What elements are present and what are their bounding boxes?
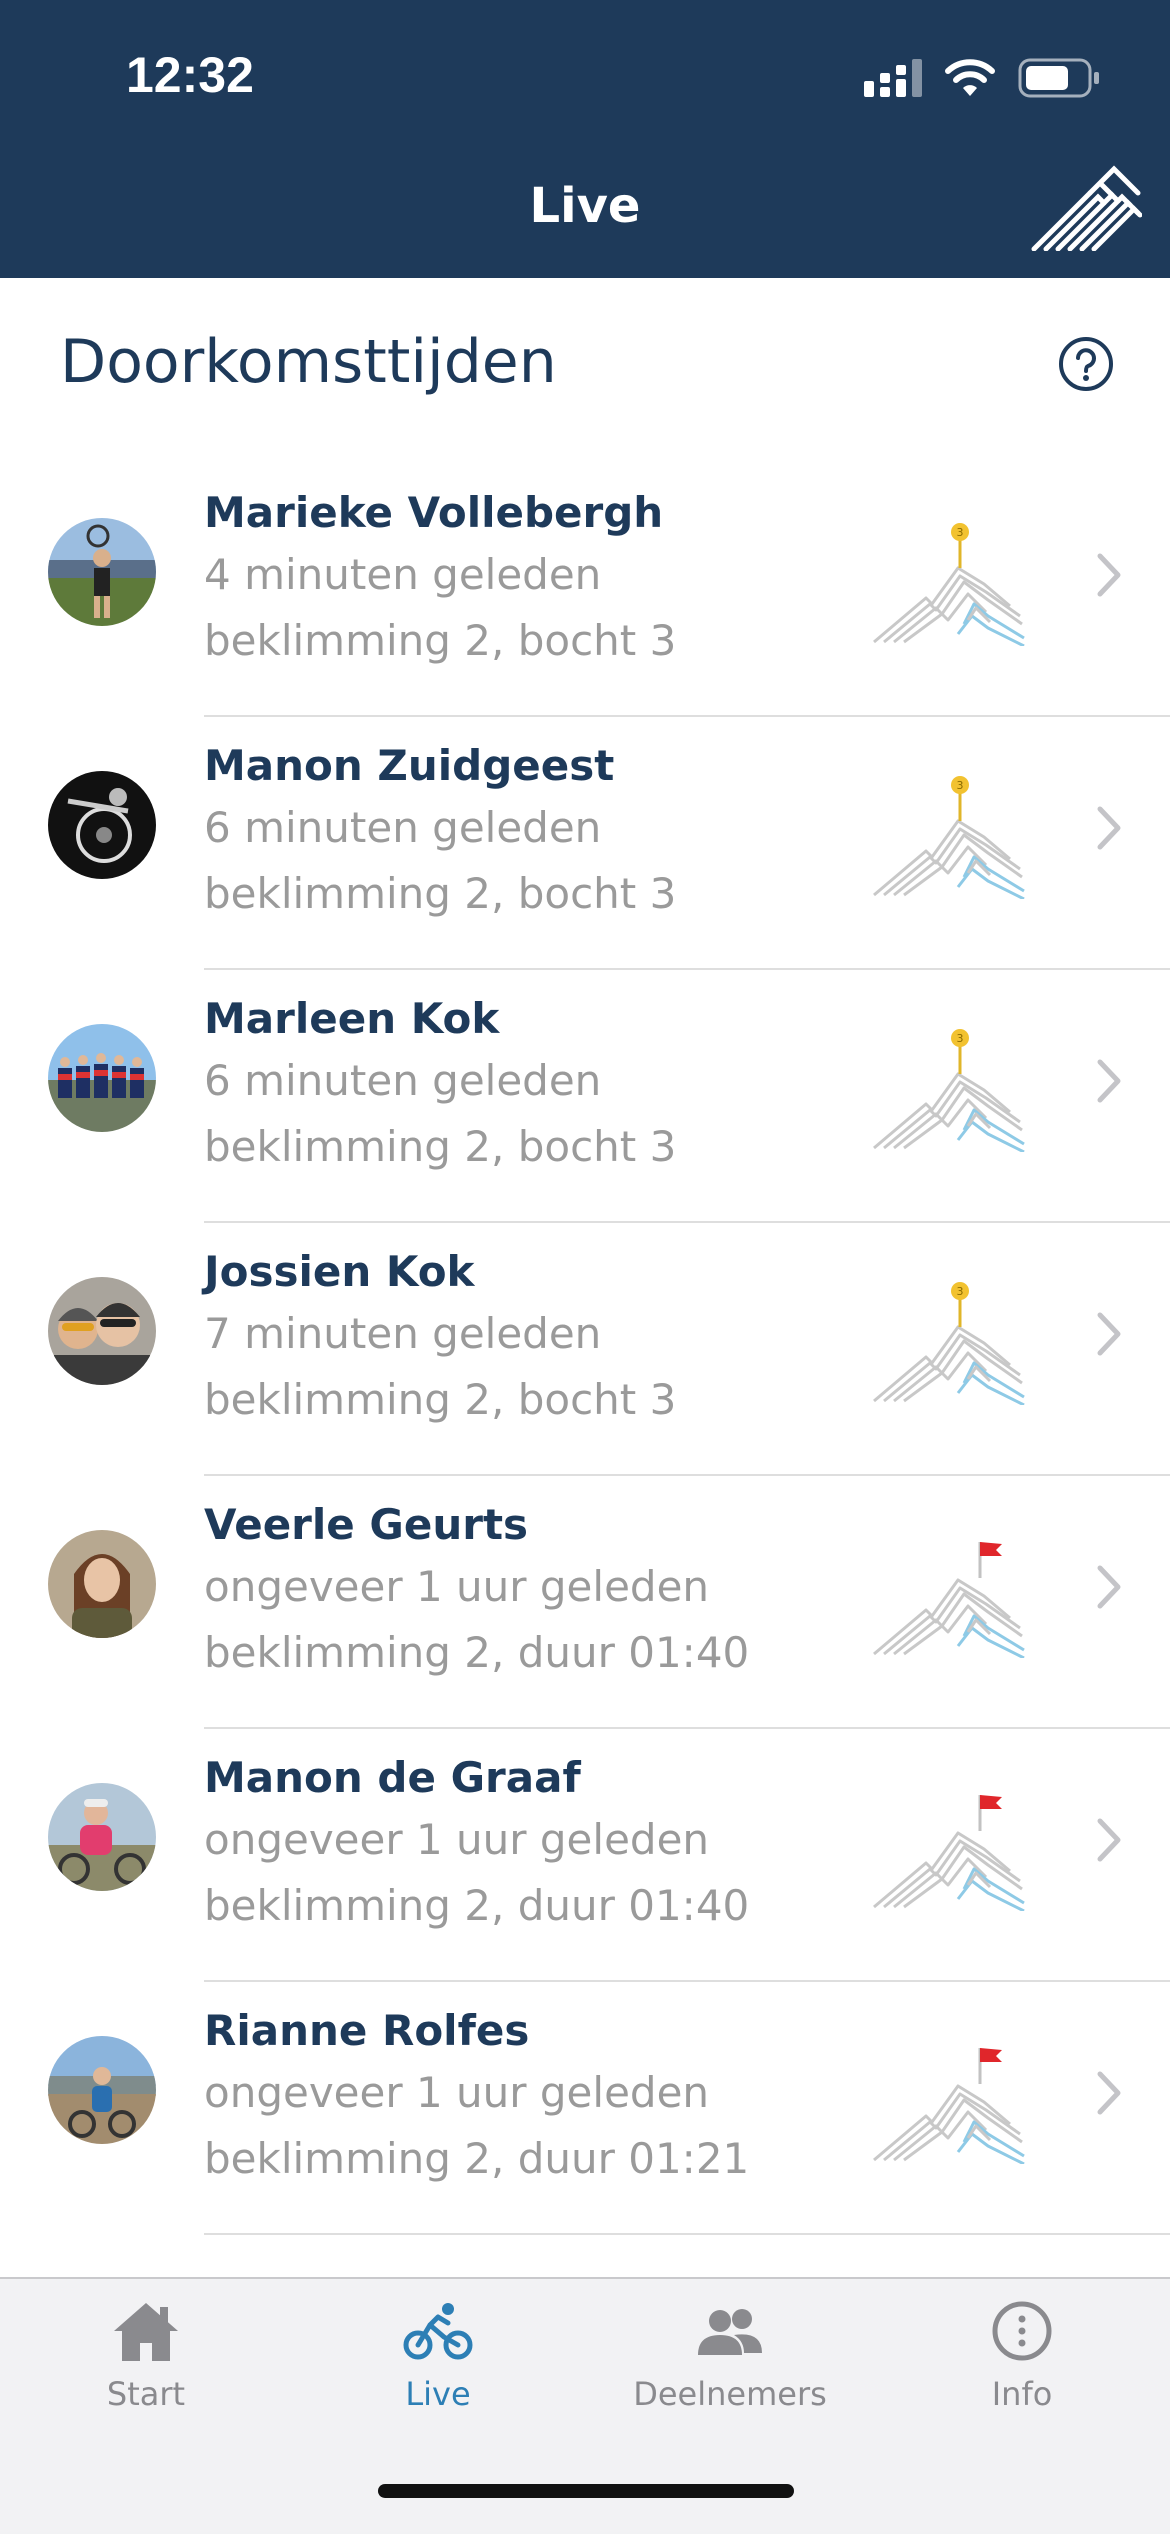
bicycle-icon: [403, 2303, 473, 2360]
cellular-signal-icon: [864, 59, 922, 97]
avatar: [48, 518, 156, 626]
divider: [204, 2233, 1170, 2235]
brand-logo-icon[interactable]: [1030, 165, 1142, 251]
participant-name: Marleen Kok: [204, 994, 500, 1043]
avatar: [48, 2036, 156, 2144]
info-icon: [992, 2301, 1052, 2361]
participant-name: Rianne Rolfes: [204, 2006, 530, 2055]
participant-name: Jossien Kok: [204, 1247, 475, 1296]
passage-location: beklimming 2, bocht 3: [204, 1122, 677, 1171]
avatar: [48, 1024, 156, 1132]
avatar: [48, 771, 156, 879]
list-item[interactable]: Manon de Graaf ongeveer 1 uur geleden be…: [0, 1729, 1170, 1982]
tab-start[interactable]: Start: [0, 2299, 292, 2449]
participant-name: Marieke Vollebergh: [204, 488, 664, 537]
list-item[interactable]: Veerle Geurts ongeveer 1 uur geleden bek…: [0, 1476, 1170, 1729]
status-time: 12:32: [126, 47, 254, 103]
chevron-right-icon: [1097, 553, 1121, 597]
passage-location: beklimming 2, duur 01:40: [204, 1881, 750, 1930]
list-item[interactable]: Jossien Kok 7 minuten geleden beklimming…: [0, 1223, 1170, 1476]
passage-location: beklimming 2, bocht 3: [204, 616, 677, 665]
list-item[interactable]: Marieke Vollebergh 4 minuten geleden bek…: [0, 464, 1170, 717]
passage-location: beklimming 2, duur 01:21: [204, 2134, 750, 2183]
passage-location: beklimming 2, duur 01:40: [204, 1628, 750, 1677]
participant-name: Veerle Geurts: [204, 1500, 529, 1549]
svg-text:3: 3: [957, 1032, 964, 1045]
participant-name: Manon de Graaf: [204, 1753, 581, 1802]
chevron-right-icon: [1097, 1818, 1121, 1862]
tab-label: Deelnemers: [633, 2375, 827, 2413]
passage-location: beklimming 2, bocht 3: [204, 1375, 677, 1424]
battery-icon: [1018, 58, 1099, 98]
tab-label: Start: [106, 2375, 186, 2413]
tab-deelnemers[interactable]: Deelnemers: [584, 2299, 876, 2449]
svg-text:3: 3: [957, 779, 964, 792]
avatar: [48, 1783, 156, 1891]
passage-location: beklimming 2, bocht 3: [204, 869, 677, 918]
app-header: 12:32 Live: [0, 0, 1170, 278]
passage-list: Marieke Vollebergh 4 minuten geleden bek…: [0, 464, 1170, 2235]
avatar: [48, 1530, 156, 1638]
home-icon: [114, 2303, 178, 2361]
passage-time: ongeveer 1 uur geleden: [204, 1562, 710, 1611]
status-icons: [864, 56, 1100, 100]
tab-info[interactable]: Info: [876, 2299, 1168, 2449]
list-item[interactable]: Rianne Rolfes ongeveer 1 uur geleden bek…: [0, 1982, 1170, 2235]
passage-time: 4 minuten geleden: [204, 550, 602, 599]
list-item[interactable]: Marleen Kok 6 minuten geleden beklimming…: [0, 970, 1170, 1223]
chevron-right-icon: [1097, 1059, 1121, 1103]
climb-progress-icon: 3: [873, 1282, 1025, 1405]
climb-finished-icon: [873, 1795, 1025, 1911]
climb-progress-icon: 3: [873, 523, 1025, 646]
passage-time: 7 minuten geleden: [204, 1309, 602, 1358]
chevron-right-icon: [1097, 1312, 1121, 1356]
tab-live[interactable]: Live: [292, 2299, 584, 2449]
tab-label: Info: [991, 2375, 1053, 2413]
passage-time: ongeveer 1 uur geleden: [204, 2068, 710, 2117]
help-icon[interactable]: [1058, 336, 1114, 392]
climb-progress-icon: 3: [873, 776, 1025, 899]
list-item[interactable]: Manon Zuidgeest 6 minuten geleden beklim…: [0, 717, 1170, 970]
tab-label: Live: [405, 2375, 471, 2413]
participant-name: Manon Zuidgeest: [204, 741, 615, 790]
chevron-right-icon: [1097, 806, 1121, 850]
svg-text:3: 3: [957, 526, 964, 539]
climb-finished-icon: [873, 1542, 1025, 1658]
passage-time: 6 minuten geleden: [204, 803, 602, 852]
climb-finished-icon: [873, 2048, 1025, 2164]
people-icon: [698, 2309, 762, 2355]
page-title: Live: [529, 178, 641, 234]
avatar: [48, 1277, 156, 1385]
passage-time: ongeveer 1 uur geleden: [204, 1815, 710, 1864]
wifi-icon: [945, 59, 995, 96]
section-title: Doorkomsttijden: [60, 327, 557, 397]
chevron-right-icon: [1097, 2071, 1121, 2115]
passage-time: 6 minuten geleden: [204, 1056, 602, 1105]
home-indicator[interactable]: [378, 2484, 794, 2498]
chevron-right-icon: [1097, 1565, 1121, 1609]
climb-progress-icon: 3: [873, 1029, 1025, 1152]
svg-text:3: 3: [957, 1285, 964, 1298]
